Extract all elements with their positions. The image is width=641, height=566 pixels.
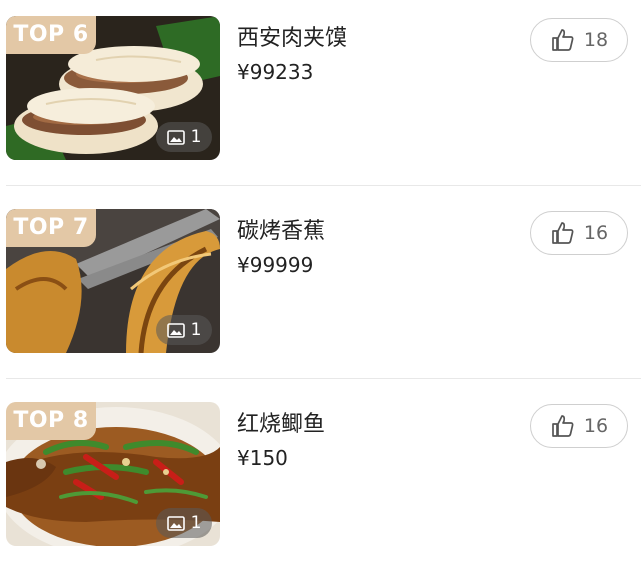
food-price: ¥99233 <box>237 60 314 84</box>
like-count: 18 <box>583 29 609 51</box>
thumbs-up-icon <box>550 27 576 53</box>
photo-count: 1 <box>190 513 202 533</box>
rank-badge: TOP 7 <box>6 209 96 247</box>
rank-badge: TOP 8 <box>6 402 96 440</box>
food-name: 西安肉夹馍 <box>237 26 348 51</box>
photo-count: 1 <box>190 320 202 340</box>
food-photo[interactable]: TOP 6 1 <box>6 16 220 160</box>
photo-count-badge: 1 <box>156 508 212 538</box>
food-price: ¥150 <box>237 446 288 470</box>
food-name: 碳烤香蕉 <box>237 219 326 244</box>
image-icon <box>166 515 185 531</box>
thumbs-up-icon <box>550 220 576 246</box>
food-price: ¥99999 <box>237 253 314 277</box>
photo-count: 1 <box>190 127 202 147</box>
divider <box>6 185 641 186</box>
food-name: 红烧鲫鱼 <box>237 412 326 437</box>
like-count: 16 <box>583 415 609 437</box>
list-item[interactable]: TOP 8 1 红烧鲫鱼 ¥150 16 <box>0 386 641 566</box>
thumbs-up-icon <box>550 413 576 439</box>
photo-count-badge: 1 <box>156 122 212 152</box>
divider <box>6 378 641 379</box>
list-item[interactable]: TOP 6 1 西安肉夹馍 ¥99233 18 <box>0 0 641 180</box>
like-button[interactable]: 18 <box>530 18 628 62</box>
image-icon <box>166 129 185 145</box>
photo-count-badge: 1 <box>156 315 212 345</box>
like-button[interactable]: 16 <box>530 404 628 448</box>
food-photo[interactable]: TOP 7 1 <box>6 209 220 353</box>
like-button[interactable]: 16 <box>530 211 628 255</box>
rank-badge: TOP 6 <box>6 16 96 54</box>
food-photo[interactable]: TOP 8 1 <box>6 402 220 546</box>
list-item[interactable]: TOP 7 1 碳烤香蕉 ¥99999 16 <box>0 193 641 373</box>
like-count: 16 <box>583 222 609 244</box>
food-ranking-list: TOP 6 1 西安肉夹馍 ¥99233 18 TOP 7 1 碳烤香蕉 ¥99… <box>0 0 641 565</box>
image-icon <box>166 322 185 338</box>
